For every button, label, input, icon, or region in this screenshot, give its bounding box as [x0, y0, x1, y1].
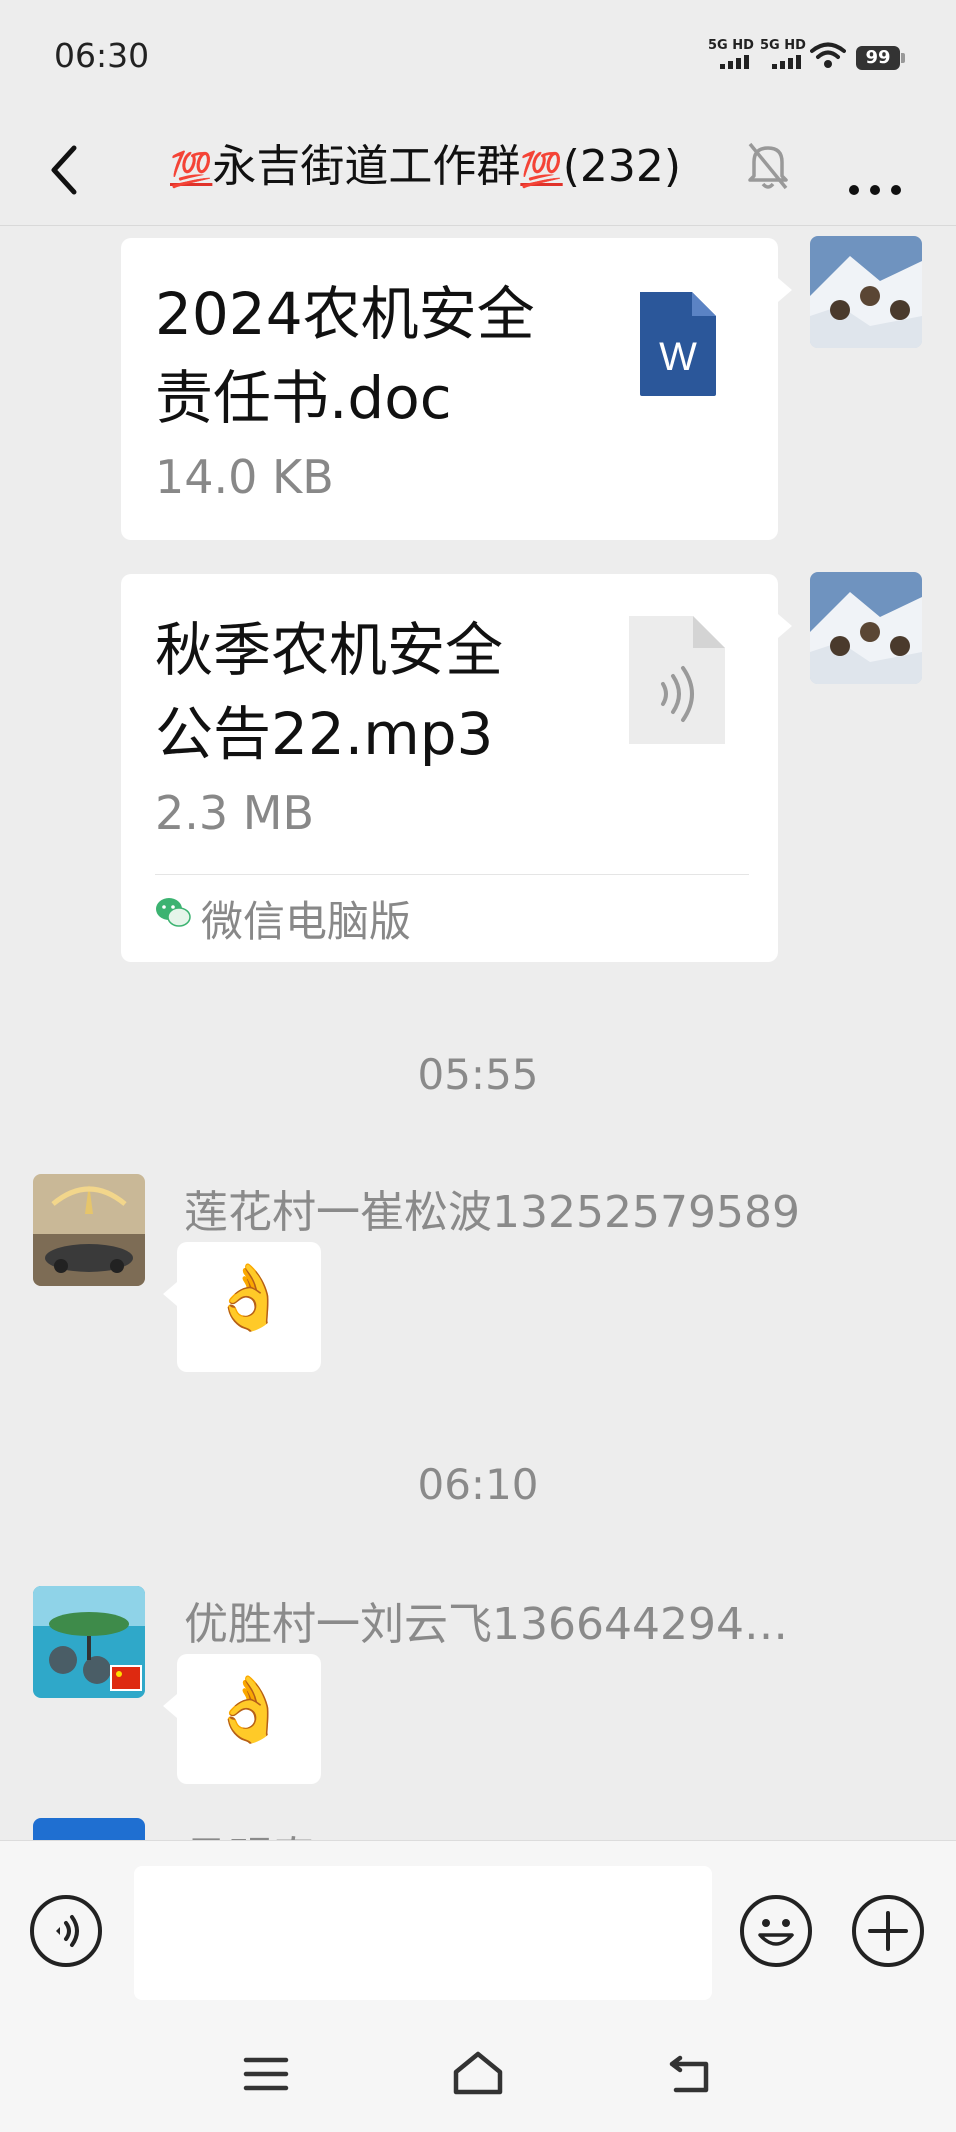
bell-off-icon: [748, 142, 788, 190]
plus-icon: [868, 1911, 908, 1951]
battery-icon: 99: [856, 46, 900, 70]
word-doc-letter: W: [659, 335, 697, 379]
menu-icon[interactable]: [242, 2052, 290, 2096]
message-bubble[interactable]: 👌: [163, 1242, 321, 1372]
avatar-image: [33, 1586, 145, 1698]
audio-file-icon: [629, 616, 725, 744]
hundred-emoji: 💯: [520, 150, 563, 190]
avatar-image: [33, 1174, 145, 1286]
time-separator: 06:10: [417, 1460, 539, 1509]
avatar[interactable]: [33, 1174, 145, 1286]
system-navigation-bar: [0, 2020, 956, 2132]
file-name: 秋季农机安全 公告22.mp3: [155, 608, 595, 776]
bubble-tail: [163, 1694, 177, 1718]
signal-icon: 5G HD: [708, 38, 754, 72]
input-bar: [0, 1840, 956, 2021]
status-bar: 06:30 5G HD 5G HD 99: [0, 0, 956, 110]
file-size: 14.0 KB: [155, 450, 334, 504]
chat-title: 💯永吉街道工作群💯(232): [170, 130, 681, 204]
bubble-tail: [163, 1282, 177, 1306]
group-name: 永吉街道工作群: [212, 141, 521, 192]
time-separator: 05:55: [417, 1050, 539, 1099]
avatar[interactable]: [810, 572, 922, 684]
status-time: 06:30: [54, 36, 150, 75]
home-icon[interactable]: [450, 2048, 506, 2098]
avatar-image: [810, 572, 922, 684]
wechat-icon: [156, 898, 191, 927]
chat-messages[interactable]: 2024农机安全 责任书.doc 14.0 KB W 秋季农机安全 公告22.m…: [0, 226, 956, 1840]
back-button[interactable]: [40, 130, 120, 210]
avatar-image: [33, 1818, 145, 1840]
file-name: 2024农机安全 责任书.doc: [155, 272, 595, 440]
divider: [155, 874, 749, 875]
chevron-left-icon: [51, 145, 77, 195]
chat-header: 💯永吉街道工作群💯(232): [0, 110, 956, 226]
word-doc-icon: W: [640, 292, 716, 396]
signal-label: 5G HD: [708, 38, 754, 53]
avatar-image: [810, 236, 922, 348]
ok-hand-emoji: 👌: [209, 1673, 289, 1747]
avatar[interactable]: [810, 236, 922, 348]
sender-name: 吕明春: [184, 1822, 316, 1840]
voice-icon: [56, 1915, 79, 1947]
file-message-audio[interactable]: 秋季农机安全 公告22.mp3 2.3 MB 微信电脑版: [121, 574, 792, 962]
message-input[interactable]: [134, 1866, 712, 2000]
voice-button[interactable]: [30, 1895, 102, 1967]
bubble-tail: [778, 278, 792, 302]
bubble-tail: [778, 614, 792, 638]
file-name-line: 秋季农机安全: [155, 616, 504, 684]
back-icon[interactable]: [666, 2050, 716, 2096]
message-bubble[interactable]: 👌: [163, 1654, 321, 1784]
more-button[interactable]: [840, 140, 910, 200]
ok-hand-emoji: 👌: [209, 1261, 289, 1335]
file-size: 2.3 MB: [155, 786, 315, 840]
more-horizontal-icon: [849, 185, 901, 195]
file-name-line: 公告22.mp3: [155, 700, 494, 768]
emoji-button[interactable]: [740, 1895, 812, 1967]
sender-name: 优胜村一刘云飞136644294…: [184, 1599, 788, 1650]
wifi-icon: [810, 42, 846, 68]
file-name-line: 责任书.doc: [155, 364, 452, 432]
sender-name: 莲花村一崔松波13252579589: [184, 1187, 800, 1238]
signal-icon: 5G HD: [760, 38, 806, 72]
hundred-emoji: 💯: [170, 150, 213, 190]
avatar[interactable]: [33, 1586, 145, 1698]
file-message-doc[interactable]: 2024农机安全 责任书.doc 14.0 KB W: [121, 238, 792, 540]
signal-label: 5G HD: [760, 38, 806, 53]
source-label: 微信电脑版: [201, 897, 412, 946]
avatar[interactable]: [33, 1818, 145, 1840]
plus-button[interactable]: [852, 1895, 924, 1967]
battery-tip: [901, 53, 905, 63]
file-name-line: 2024农机安全: [155, 280, 535, 348]
smiley-icon: [758, 1919, 794, 1946]
member-count: (232): [562, 141, 682, 192]
